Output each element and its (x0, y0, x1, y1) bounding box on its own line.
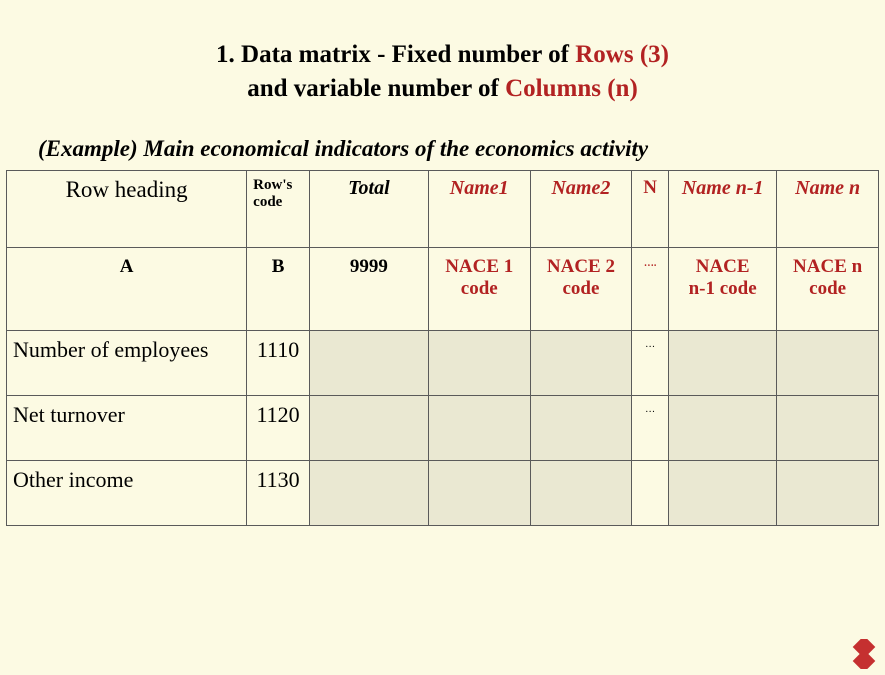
header-row-heading: Row heading (7, 170, 247, 248)
title-line1-prefix: 1. Data matrix - Fixed number of (216, 41, 575, 68)
code-dots: …. (632, 248, 669, 331)
header-name-n-minus-1: Name n-1 (669, 170, 777, 248)
cell-name2 (530, 460, 632, 525)
cell-name-n (777, 395, 879, 460)
title-line2-prefix: and variable number of (247, 75, 505, 102)
cell-total (309, 395, 428, 460)
table-header-row: Row heading Row's code Total Name1 Name2… (7, 170, 879, 248)
code-total: 9999 (309, 248, 428, 331)
cell-name-n (777, 330, 879, 395)
row-code: 1120 (247, 395, 310, 460)
cell-name-n-minus-1 (669, 395, 777, 460)
code-nace2: NACE 2 code (530, 248, 632, 331)
header-name-n: Name n (777, 170, 879, 248)
title-line2-emph: Columns (n) (505, 75, 638, 102)
cell-name1 (428, 330, 530, 395)
table-row: Number of employees 1110 … (7, 330, 879, 395)
cell-name1 (428, 460, 530, 525)
row-label: Other income (7, 460, 247, 525)
header-n: N (632, 170, 669, 248)
cell-dots (632, 460, 669, 525)
row-code: 1130 (247, 460, 310, 525)
cell-dots: … (632, 395, 669, 460)
table-code-row: A B 9999 NACE 1 code NACE 2 code …. NACE… (7, 248, 879, 331)
header-name2: Name2 (530, 170, 632, 248)
header-total: Total (309, 170, 428, 248)
cell-name1 (428, 395, 530, 460)
row-label: Number of employees (7, 330, 247, 395)
cell-name2 (530, 395, 632, 460)
table-row: Other income 1130 (7, 460, 879, 525)
cell-name-n-minus-1 (669, 460, 777, 525)
code-a: A (7, 248, 247, 331)
title-line1-emph: Rows (3) (575, 41, 669, 68)
page-title: 1. Data matrix - Fixed number of Rows (3… (0, 0, 885, 106)
cell-name-n (777, 460, 879, 525)
cell-total (309, 460, 428, 525)
row-code: 1110 (247, 330, 310, 395)
header-rows-code: Row's code (247, 170, 310, 248)
cell-total (309, 330, 428, 395)
row-label: Net turnover (7, 395, 247, 460)
cell-name2 (530, 330, 632, 395)
data-matrix-table: Row heading Row's code Total Name1 Name2… (0, 170, 885, 526)
code-nace1: NACE 1 code (428, 248, 530, 331)
logo-icon (849, 639, 879, 669)
header-name1: Name1 (428, 170, 530, 248)
code-b: B (247, 248, 310, 331)
cell-dots: … (632, 330, 669, 395)
table-row: Net turnover 1120 … (7, 395, 879, 460)
code-nace-n-minus-1: NACE n-1 code (669, 248, 777, 331)
example-subtitle: (Example) Main economical indicators of … (0, 106, 885, 170)
cell-name-n-minus-1 (669, 330, 777, 395)
code-nace-n: NACE n code (777, 248, 879, 331)
